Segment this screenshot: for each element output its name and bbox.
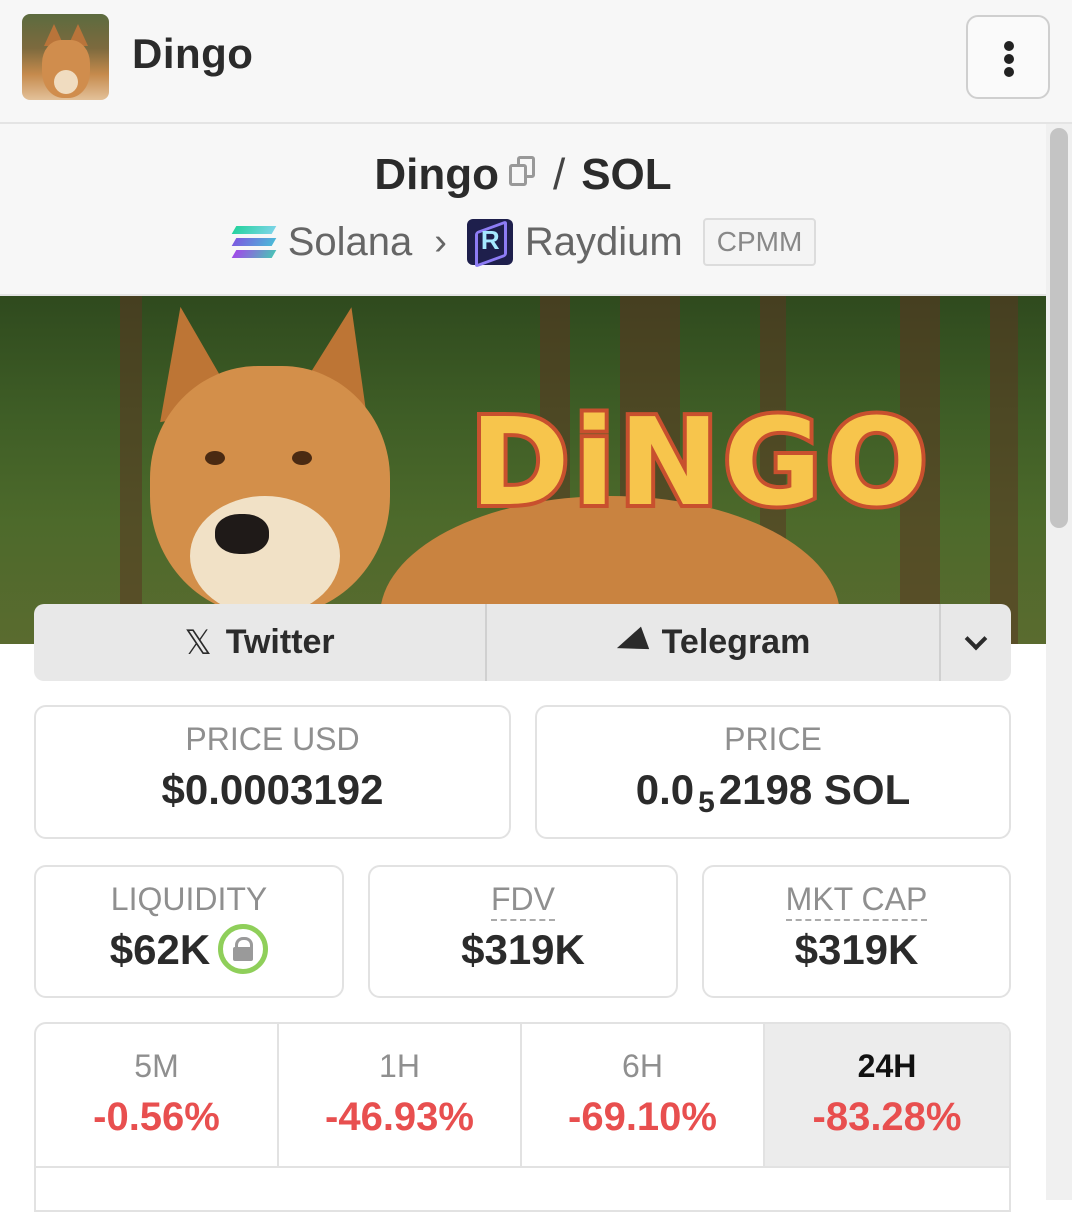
token-avatar xyxy=(22,14,109,100)
market-cap-label[interactable]: MKT CAP xyxy=(785,881,928,921)
period-label: 1H xyxy=(379,1048,420,1084)
twitter-label: Twitter xyxy=(225,623,335,661)
raydium-icon xyxy=(466,219,513,265)
dex-link[interactable]: Raydium xyxy=(525,220,683,265)
tab-6h[interactable]: 6H -69.10% xyxy=(522,1024,765,1168)
price-native-unit: SOL xyxy=(823,766,911,813)
top-bar: Dingo xyxy=(0,0,1072,124)
quote-token-symbol: SOL xyxy=(581,150,672,199)
price-usd-card: PRICE USD $0.0003192 xyxy=(34,705,511,839)
price-native-prefix: 0.0 xyxy=(635,766,695,813)
price-native-value: 0.0 52198 SOL xyxy=(537,766,1009,819)
fdv-card: FDV $319K xyxy=(368,865,678,998)
pair-separator: / xyxy=(552,150,566,199)
chain-breadcrumb: Solana › Raydium CPMM xyxy=(0,216,1046,268)
telegram-label: Telegram xyxy=(661,623,811,661)
price-native-label: PRICE xyxy=(724,721,822,757)
price-native-digits: 2198 xyxy=(718,766,813,813)
social-links-bar: 𝕏 Twitter Telegram xyxy=(34,604,1011,681)
pair-info: Dingo / SOL Solana › Raydium CPMM xyxy=(0,124,1046,296)
liquidity-value-row: $62K xyxy=(36,923,342,978)
change-value: -69.10% xyxy=(568,1095,717,1139)
x-logo-icon: 𝕏 xyxy=(184,623,212,662)
more-links-button[interactable] xyxy=(941,604,1011,681)
market-cap-value: $319K xyxy=(794,926,919,973)
price-zero-count: 5 xyxy=(698,786,715,819)
token-title: Dingo xyxy=(132,30,254,77)
tab-5m[interactable]: 5M -0.56% xyxy=(36,1024,279,1168)
price-change-tabs: 5M -0.56% 1H -46.93% 6H -69.10% 24H -83.… xyxy=(34,1022,1011,1212)
chevron-right-icon: › xyxy=(434,220,447,263)
price-native-card: PRICE 0.0 52198 SOL xyxy=(535,705,1011,839)
copy-icon[interactable] xyxy=(507,156,537,190)
price-usd-label: PRICE USD xyxy=(185,721,360,757)
solana-icon xyxy=(230,224,276,260)
vertical-scrollbar[interactable] xyxy=(1046,124,1072,1200)
period-label: 5M xyxy=(134,1048,179,1084)
market-cap-card: MKT CAP $319K xyxy=(702,865,1011,998)
telegram-icon xyxy=(612,626,649,659)
change-value: -83.28% xyxy=(812,1095,962,1139)
pool-type-badge: CPMM xyxy=(702,218,817,266)
period-label: 6H xyxy=(622,1048,663,1084)
change-value: -0.56% xyxy=(93,1095,220,1139)
liquidity-label: LIQUIDITY xyxy=(110,881,268,917)
fdv-value: $319K xyxy=(461,926,585,973)
tab-24h[interactable]: 24H -83.28% xyxy=(765,1024,1009,1168)
twitter-link[interactable]: 𝕏 Twitter xyxy=(34,604,487,681)
more-options-button[interactable] xyxy=(966,15,1050,99)
change-value: -46.93% xyxy=(325,1095,474,1139)
liquidity-card: LIQUIDITY $62K xyxy=(34,865,344,998)
tab-1h[interactable]: 1H -46.93% xyxy=(279,1024,522,1168)
telegram-link[interactable]: Telegram xyxy=(487,604,941,681)
lock-icon[interactable] xyxy=(218,923,269,974)
base-token-symbol: Dingo xyxy=(374,150,499,199)
chain-link[interactable]: Solana xyxy=(288,220,413,265)
kebab-menu-icon xyxy=(1004,41,1014,51)
fdv-label[interactable]: FDV xyxy=(491,881,555,921)
scrollbar-thumb[interactable] xyxy=(1050,128,1068,528)
banner-logo-text: DiNGO xyxy=(466,390,932,537)
token-banner-image: DiNGO xyxy=(0,296,1046,644)
chevron-down-icon xyxy=(964,627,988,650)
price-usd-value: $0.0003192 xyxy=(161,766,384,813)
liquidity-value: $62K xyxy=(109,926,211,973)
pair-title: Dingo / SOL xyxy=(0,150,1046,200)
period-label: 24H xyxy=(857,1048,917,1084)
